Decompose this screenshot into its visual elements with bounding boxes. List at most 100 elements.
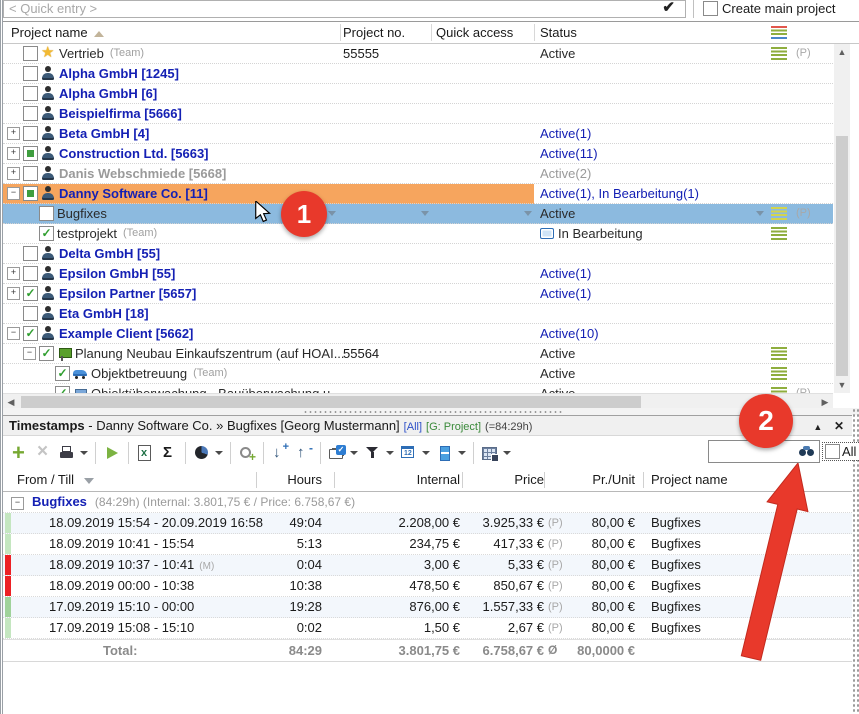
row-checkbox-partial[interactable]	[23, 186, 38, 201]
scroll-up-button[interactable]: ▲	[834, 44, 850, 60]
cell-dropdown-icon[interactable]	[328, 211, 336, 216]
timestamp-row[interactable]: 18.09.2019 15:54 - 20.09.2019 16:5849:04…	[3, 513, 852, 534]
arrow-down-plus-icon[interactable]	[271, 444, 289, 462]
tree-row[interactable]: Alpha GmbH [6]	[3, 84, 833, 104]
tree-row[interactable]: Objektbetreuung(Team)Active	[3, 364, 833, 384]
column-header-quick-access[interactable]: Quick access	[436, 22, 513, 43]
row-checkbox-checked[interactable]	[55, 366, 70, 381]
cell-dropdown-icon[interactable]	[421, 211, 429, 216]
delete-icon[interactable]	[34, 444, 52, 462]
scroll-left-button[interactable]: ◀	[3, 394, 19, 409]
panel-dropdown-icon[interactable]	[458, 451, 466, 455]
folder-check-dropdown-icon[interactable]	[350, 451, 358, 455]
tree-row[interactable]: +Epsilon GmbH [55]Active(1)	[3, 264, 833, 284]
quick-entry-input[interactable]: < Quick entry > ✔	[3, 0, 686, 18]
cell-dropdown-icon[interactable]	[756, 211, 764, 216]
row-checkbox-unchecked[interactable]	[23, 126, 38, 141]
collapse-icon[interactable]: −	[7, 187, 20, 200]
tree-vertical-scrollbar[interactable]: ▲ ▼	[834, 44, 850, 393]
create-main-project-option[interactable]: Create main project	[703, 1, 835, 16]
tree-row[interactable]: BugfixesActive(P)	[3, 204, 833, 224]
column-header-project-name[interactable]: Project name	[11, 22, 104, 43]
panel-splitter[interactable]	[3, 408, 859, 415]
close-panel-button[interactable]: ✕	[834, 419, 844, 433]
print-icon[interactable]	[58, 444, 76, 462]
tree-row[interactable]: +Beta GmbH [4]Active(1)	[3, 124, 833, 144]
add-icon[interactable]	[10, 444, 28, 462]
tree-row[interactable]: Eta GmbH [18]	[3, 304, 833, 324]
timestamp-row[interactable]: 18.09.2019 00:00 - 10:3810:38478,50 €850…	[3, 576, 852, 597]
row-checkbox-unchecked[interactable]	[39, 206, 54, 221]
group-row-bugfixes[interactable]: −Bugfixes(84:29h) (Internal: 3.801,75 € …	[3, 492, 852, 513]
column-header-price[interactable]: Price	[466, 469, 544, 491]
timestamp-row[interactable]: 18.09.2019 10:37 - 10:41(M)0:043,00 €5,3…	[3, 555, 852, 576]
row-checkbox-unchecked[interactable]	[23, 266, 38, 281]
scroll-down-button[interactable]: ▼	[834, 377, 850, 393]
collapse-panel-button[interactable]: ▲	[813, 422, 822, 432]
column-header-project-no[interactable]: Project no.	[343, 22, 405, 43]
filter-dropdown-icon[interactable]	[386, 451, 394, 455]
binoculars-search-icon[interactable]	[798, 444, 816, 458]
play-icon[interactable]	[103, 444, 121, 462]
tree-row[interactable]: −Example Client [5662]Active(10)	[3, 324, 833, 344]
tree-row[interactable]: Delta GmbH [55]	[3, 244, 833, 264]
all-projects-option[interactable]: All projects	[823, 443, 859, 460]
column-header-project-name[interactable]: Project name	[651, 469, 728, 491]
row-checkbox-unchecked[interactable]	[23, 166, 38, 181]
scroll-right-button[interactable]: ▶	[817, 394, 833, 409]
scroll-thumb[interactable]	[21, 396, 641, 408]
pie-chart-icon[interactable]	[193, 444, 211, 462]
row-checkbox-checked[interactable]	[39, 346, 54, 361]
collapse-icon[interactable]: −	[7, 327, 20, 340]
column-header-status[interactable]: Status	[540, 22, 577, 43]
tree-row[interactable]: Alpha GmbH [1245]	[3, 64, 833, 84]
row-checkbox-partial[interactable]	[23, 146, 38, 161]
expand-icon[interactable]: +	[7, 147, 20, 160]
expand-icon[interactable]: +	[7, 267, 20, 280]
timestamp-row[interactable]: 18.09.2019 10:41 - 15:545:13234,75 €417,…	[3, 534, 852, 555]
row-checkbox-unchecked[interactable]	[23, 246, 38, 261]
row-checkbox-checked[interactable]	[55, 386, 70, 393]
tree-horizontal-scrollbar[interactable]: ◀ ▶	[3, 393, 833, 409]
tree-row[interactable]: −Danny Software Co. [11]Active(1), In Be…	[3, 184, 833, 204]
column-header-hours[interactable]: Hours	[260, 469, 322, 491]
timestamp-row[interactable]: 17.09.2019 15:08 - 15:100:021,50 €2,67 €…	[3, 618, 852, 639]
table-save-icon[interactable]	[481, 444, 499, 462]
tree-row[interactable]: Beispielfirma [5666]	[3, 104, 833, 124]
table-save-dropdown-icon[interactable]	[503, 451, 511, 455]
column-header-internal[interactable]: Internal	[338, 469, 460, 491]
folder-check-icon[interactable]	[328, 444, 346, 462]
collapse-group-icon[interactable]: −	[11, 497, 24, 510]
row-checkbox-checked[interactable]	[39, 226, 54, 241]
scroll-thumb[interactable]	[836, 136, 848, 376]
row-checkbox-unchecked[interactable]	[23, 46, 38, 61]
row-checkbox-unchecked[interactable]	[23, 86, 38, 101]
filter-icon[interactable]	[364, 444, 382, 462]
calendar-dropdown-icon[interactable]	[422, 451, 430, 455]
column-header-from-till[interactable]: From / Till	[17, 469, 94, 491]
calendar-icon[interactable]	[400, 444, 418, 462]
timestamp-row[interactable]: 17.09.2019 15:10 - 00:0019:28876,00 €1.5…	[3, 597, 852, 618]
column-header-pr-unit[interactable]: Pr./Unit	[571, 469, 635, 491]
tree-row[interactable]: +Construction Ltd. [5663]Active(11)	[3, 144, 833, 164]
expand-icon[interactable]: +	[7, 167, 20, 180]
print-dropdown-icon[interactable]	[80, 451, 88, 455]
confirm-checkmark-icon[interactable]: ✔	[662, 0, 675, 16]
tree-row[interactable]: testprojekt(Team)In Bearbeitung	[3, 224, 833, 244]
link-add-icon[interactable]	[238, 444, 256, 462]
tree-row[interactable]: +Epsilon Partner [5657]Active(1)	[3, 284, 833, 304]
arrow-up-minus-icon[interactable]	[295, 444, 313, 462]
collapse-icon[interactable]: −	[23, 347, 36, 360]
tree-row[interactable]: +Danis Webschmiede [5668]Active(2)	[3, 164, 833, 184]
expand-icon[interactable]: +	[7, 127, 20, 140]
sum-icon[interactable]	[160, 444, 178, 462]
row-checkbox-unchecked[interactable]	[23, 106, 38, 121]
pie-chart-dropdown-icon[interactable]	[215, 451, 223, 455]
row-checkbox-unchecked[interactable]	[23, 66, 38, 81]
cell-dropdown-icon[interactable]	[524, 211, 532, 216]
all-projects-checkbox[interactable]	[825, 444, 840, 459]
tree-row[interactable]: Objektüberwachung - Bauüberwachung u...A…	[3, 384, 833, 393]
create-main-project-checkbox[interactable]	[703, 1, 718, 16]
expand-icon[interactable]: +	[7, 287, 20, 300]
row-checkbox-checked[interactable]	[23, 326, 38, 341]
